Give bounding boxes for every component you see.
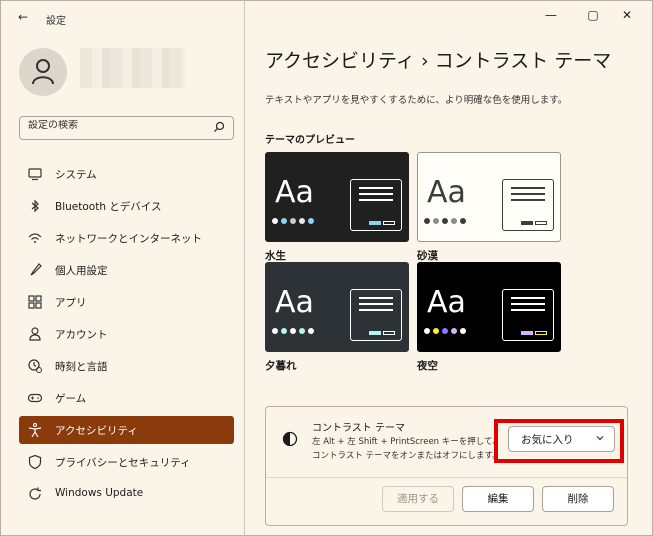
- update-icon: [29, 487, 41, 500]
- sidebar-item-label: アプリ: [55, 297, 87, 309]
- accessibility-icon: [28, 422, 42, 438]
- theme-card-night-sky[interactable]: Aa: [417, 262, 561, 352]
- chevron-down-icon: [596, 436, 604, 441]
- sidebar-item-label: アカウント: [55, 329, 108, 341]
- page-description: テキストやアプリを見やすくするために、より明確な色を使用します。: [265, 95, 568, 106]
- contrast-theme-description: 左 Alt + 左 Shift + PrintScreen キーを押して、: [312, 437, 501, 447]
- sidebar-item-apps[interactable]: アプリ: [19, 288, 234, 316]
- theme-card-aquatic[interactable]: Aa: [265, 152, 409, 242]
- theme-name: 夜空: [417, 360, 438, 372]
- sidebar-item-label: Bluetooth とデバイス: [55, 201, 162, 213]
- sidebar-item-time-language[interactable]: 時刻と言語: [19, 352, 234, 380]
- search-input[interactable]: [28, 120, 198, 131]
- maximize-button[interactable]: ▢: [582, 6, 604, 24]
- theme-name: 夕暮れ: [265, 360, 297, 372]
- contrast-icon: [282, 431, 298, 447]
- contrast-theme-title: コントラスト テーマ: [312, 423, 405, 434]
- sidebar-item-label: 個人用設定: [55, 265, 108, 277]
- sidebar-item-label: Windows Update: [55, 487, 144, 499]
- monitor-icon: [28, 168, 42, 181]
- sample-text: Aa: [427, 285, 466, 320]
- edit-button[interactable]: 編集: [462, 486, 534, 512]
- sidebar-item-system[interactable]: システム: [19, 160, 234, 188]
- theme-name: 水生: [265, 250, 286, 262]
- title-bar: ← 設定 — ▢ ✕: [0, 0, 653, 36]
- dropdown-value: お気に入り: [521, 434, 574, 446]
- sidebar-item-label: ゲーム: [55, 393, 87, 405]
- sidebar-item-label: ネットワークとインターネット: [55, 233, 202, 245]
- sidebar: システム Bluetooth とデバイス ネットワークとインターネット 個人用設…: [0, 36, 244, 536]
- close-button[interactable]: ✕: [616, 6, 638, 24]
- sidebar-item-network[interactable]: ネットワークとインターネット: [19, 224, 234, 252]
- sidebar-divider: [244, 0, 245, 536]
- apps-icon: [28, 295, 42, 309]
- sample-text: Aa: [275, 175, 314, 210]
- sidebar-item-privacy[interactable]: プライバシーとセキュリティ: [19, 448, 234, 476]
- wifi-icon: [28, 233, 42, 243]
- window-preview: [502, 289, 554, 341]
- sidebar-item-accessibility[interactable]: アクセシビリティ: [19, 416, 234, 444]
- contrast-theme-dropdown[interactable]: お気に入り: [508, 426, 615, 452]
- sidebar-item-label: 時刻と言語: [55, 361, 108, 373]
- person-icon: [29, 327, 41, 341]
- sidebar-item-personalization[interactable]: 個人用設定: [19, 256, 234, 284]
- apply-button[interactable]: 適用する: [382, 486, 454, 512]
- brush-icon: [30, 263, 42, 276]
- search-icon[interactable]: [213, 121, 225, 133]
- sidebar-item-label: アクセシビリティ: [55, 425, 138, 437]
- sidebar-item-gaming[interactable]: ゲーム: [19, 384, 234, 412]
- clock-globe-icon: [28, 359, 42, 373]
- search-box[interactable]: [19, 116, 234, 140]
- bluetooth-icon: [31, 199, 39, 213]
- theme-card-dusk[interactable]: Aa: [265, 262, 409, 352]
- back-button[interactable]: ←: [18, 10, 28, 24]
- sidebar-item-windows-update[interactable]: Windows Update: [19, 480, 234, 508]
- contrast-theme-description: コントラスト テーマをオンまたはオフにします。: [312, 451, 501, 461]
- sidebar-item-label: プライバシーとセキュリティ: [55, 457, 191, 469]
- sidebar-item-bluetooth[interactable]: Bluetooth とデバイス: [19, 192, 234, 220]
- gamepad-icon: [27, 393, 43, 403]
- window-preview: [502, 179, 554, 231]
- theme-name: 砂漠: [417, 250, 438, 262]
- shield-icon: [28, 454, 42, 470]
- app-title: 設定: [46, 16, 66, 27]
- window-preview: [350, 179, 402, 231]
- contrast-theme-panel: コントラスト テーマ 左 Alt + 左 Shift + PrintScreen…: [265, 406, 628, 526]
- sidebar-item-accounts[interactable]: アカウント: [19, 320, 234, 348]
- window-preview: [350, 289, 402, 341]
- page-title: アクセシビリティ › コントラスト テーマ: [265, 50, 612, 72]
- preview-heading: テーマのプレビュー: [265, 135, 355, 146]
- account-name-blurred: [80, 48, 185, 88]
- delete-button[interactable]: 削除: [542, 486, 614, 512]
- minimize-button[interactable]: —: [540, 6, 562, 24]
- sidebar-item-label: システム: [55, 169, 97, 181]
- sample-text: Aa: [275, 285, 314, 320]
- avatar[interactable]: [19, 48, 67, 96]
- person-icon: [32, 59, 54, 85]
- theme-card-desert[interactable]: Aa: [417, 152, 561, 242]
- sample-text: Aa: [427, 175, 466, 210]
- panel-divider: [266, 477, 627, 478]
